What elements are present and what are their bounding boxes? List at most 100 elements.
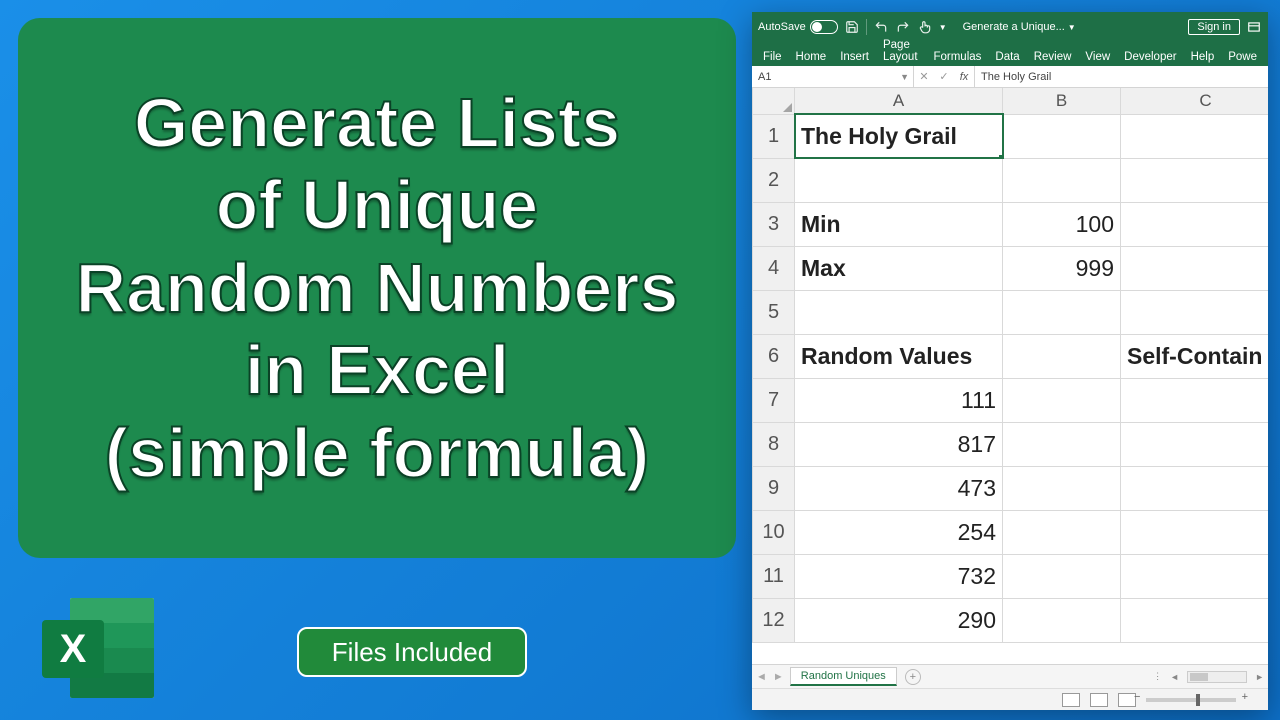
cell-a1[interactable]: The Holy Grail [795,114,1003,158]
add-sheet-button[interactable]: + [905,669,921,685]
row-header[interactable]: 6 [753,334,795,378]
cell-b8[interactable] [1003,422,1121,466]
cell-b11[interactable] [1003,554,1121,598]
row-header[interactable]: 4 [753,246,795,290]
cell-c3[interactable] [1121,202,1269,246]
touch-mode-icon[interactable] [917,19,933,35]
name-box-chevron-icon[interactable]: ▼ [900,72,909,82]
cell-a2[interactable] [795,158,1003,202]
zoom-slider-thumb[interactable] [1196,694,1200,706]
cancel-formula-icon[interactable]: ✕ [914,70,934,83]
cell-a6[interactable]: Random Values [795,334,1003,378]
qat-dropdown-icon[interactable]: ▼ [939,23,947,32]
tab-insert[interactable]: Insert [833,48,876,66]
sheet-tab-label: Random Uniques [801,670,886,682]
cell-b7[interactable] [1003,378,1121,422]
select-all-corner[interactable] [753,88,795,114]
row-header[interactable]: 1 [753,114,795,158]
enter-formula-icon[interactable]: ✓ [934,70,954,83]
cell-b4[interactable]: 999 [1003,246,1121,290]
row-header[interactable]: 10 [753,510,795,554]
fx-icon[interactable]: fx [954,71,974,83]
page-layout-view-icon[interactable] [1090,693,1108,707]
tab-formulas[interactable]: Formulas [926,48,988,66]
t-line5: (simple formula) [105,414,650,492]
scroll-right-icon[interactable]: ► [1255,672,1264,682]
formula-input-value: The Holy Grail [981,71,1051,83]
cell-c11[interactable] [1121,554,1269,598]
cell-a9[interactable]: 473 [795,466,1003,510]
tab-data[interactable]: Data [988,48,1026,66]
cell-b9[interactable] [1003,466,1121,510]
row-header[interactable]: 8 [753,422,795,466]
cell-c6[interactable]: Self-Contain [1121,334,1269,378]
status-bar [752,688,1268,710]
row-header[interactable]: 5 [753,290,795,334]
cell-a5[interactable] [795,290,1003,334]
name-box-value: A1 [758,71,771,83]
cell-c7[interactable] [1121,378,1269,422]
excel-logo-icon: X [42,590,162,710]
sheet-tab-active[interactable]: Random Uniques [790,667,897,686]
cell-a12[interactable]: 290 [795,598,1003,642]
tab-view[interactable]: View [1078,48,1117,66]
row-header[interactable]: 3 [753,202,795,246]
cell-a3[interactable]: Min [795,202,1003,246]
row-header[interactable]: 7 [753,378,795,422]
autosave-toggle[interactable]: AutoSave [758,20,838,34]
tab-developer[interactable]: Developer [1117,48,1183,66]
cell-c1[interactable] [1121,114,1269,158]
cell-a10[interactable]: 254 [795,510,1003,554]
col-header-b[interactable]: B [1003,88,1121,114]
cell-a4[interactable]: Max [795,246,1003,290]
name-box[interactable]: A1 ▼ [752,66,914,87]
ribbon-tabs: File Home Insert Page Layout Formulas Da… [752,42,1268,66]
cell-a7[interactable]: 111 [795,378,1003,422]
tab-page-layout[interactable]: Page Layout [876,36,926,66]
cell-b2[interactable] [1003,158,1121,202]
spreadsheet-grid[interactable]: A B C 1The Holy Grail23Min100 4Max999 56Ra… [752,88,1268,664]
cell-b10[interactable] [1003,510,1121,554]
doc-title-chevron-icon: ▼ [1068,23,1076,32]
col-header-a[interactable]: A [795,88,1003,114]
row-header[interactable]: 9 [753,466,795,510]
save-icon[interactable] [844,19,860,35]
cell-a8[interactable]: 817 [795,422,1003,466]
col-header-c[interactable]: C [1121,88,1269,114]
cell-c4[interactable] [1121,246,1269,290]
cell-c12[interactable] [1121,598,1269,642]
cell-a11[interactable]: 732 [795,554,1003,598]
cell-c8[interactable] [1121,422,1269,466]
tab-help[interactable]: Help [1184,48,1222,66]
tab-home[interactable]: Home [789,48,834,66]
autosave-switch-icon[interactable] [810,20,838,34]
sheet-nav-right-icon[interactable]: ► [773,671,782,683]
cell-b3[interactable]: 100 [1003,202,1121,246]
normal-view-icon[interactable] [1062,693,1080,707]
cell-b6[interactable] [1003,334,1121,378]
tab-file[interactable]: File [756,48,789,66]
row-header[interactable]: 2 [753,158,795,202]
cell-c2[interactable] [1121,158,1269,202]
zoom-slider[interactable] [1146,698,1236,702]
sign-in-button[interactable]: Sign in [1188,19,1240,35]
cell-c5[interactable] [1121,290,1269,334]
document-title[interactable]: Generate a Unique... ▼ [963,21,1076,33]
scroll-left-icon[interactable]: ◄ [1170,672,1179,682]
cell-c9[interactable] [1121,466,1269,510]
row-header[interactable]: 11 [753,554,795,598]
tab-power[interactable]: Powe [1221,48,1264,66]
undo-icon[interactable] [873,19,889,35]
tab-review[interactable]: Review [1027,48,1079,66]
formula-input[interactable]: The Holy Grail [975,66,1268,87]
cell-b12[interactable] [1003,598,1121,642]
ribbon-display-icon[interactable] [1246,19,1262,35]
sheet-nav-left-icon[interactable]: ◄ [756,671,765,683]
cell-b1[interactable] [1003,114,1121,158]
redo-icon[interactable] [895,19,911,35]
cell-c10[interactable] [1121,510,1269,554]
cell-b5[interactable] [1003,290,1121,334]
row-header[interactable]: 12 [753,598,795,642]
split-handle-icon[interactable]: ⋮ [1153,671,1162,682]
horizontal-scrollbar[interactable] [1187,671,1247,683]
